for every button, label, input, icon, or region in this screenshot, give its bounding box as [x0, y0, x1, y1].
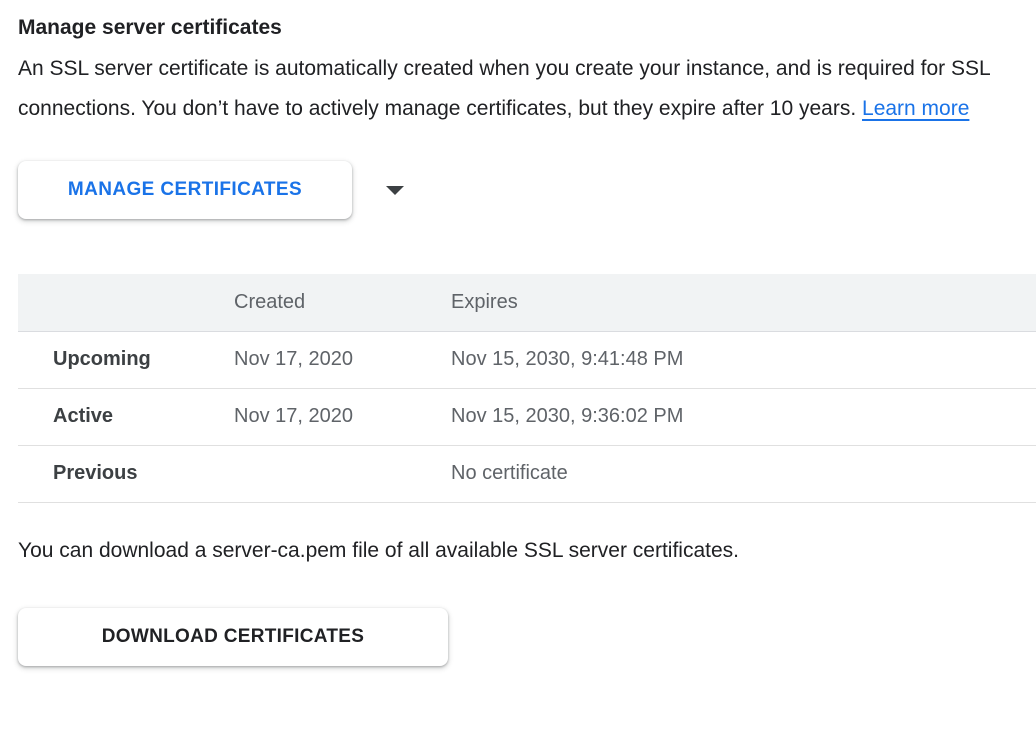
row-expires-value: Nov 15, 2030, 9:36:02 PM: [450, 388, 1036, 445]
manage-certificates-button[interactable]: MANAGE CERTIFICATES: [18, 161, 352, 219]
row-expires-value: No certificate: [450, 445, 1036, 502]
download-certificates-button[interactable]: DOWNLOAD CERTIFICATES: [18, 608, 448, 666]
learn-more-link[interactable]: Learn more: [862, 97, 969, 120]
row-label: Active: [18, 388, 233, 445]
download-description-text: You can download a server-ca.pem file of…: [18, 531, 1036, 571]
manage-actions-row: MANAGE CERTIFICATES: [18, 161, 1036, 219]
row-created-value: [233, 445, 450, 502]
manage-server-certificates-section: Manage server certificates An SSL server…: [0, 0, 1036, 666]
column-header-expires: Expires: [450, 274, 1036, 331]
page-title: Manage server certificates: [18, 0, 1036, 40]
description-body: An SSL server certificate is automatical…: [18, 57, 990, 120]
row-created-value: Nov 17, 2020: [233, 331, 450, 388]
certificates-table-header: Created Expires: [18, 274, 1036, 331]
arrow-drop-down-icon: [386, 186, 404, 195]
row-expires-value: Nov 15, 2030, 9:41:48 PM: [450, 331, 1036, 388]
row-label: Previous: [18, 445, 233, 502]
certificates-table: Created Expires Upcoming Nov 17, 2020 No…: [18, 274, 1036, 503]
column-header-label: [18, 274, 233, 331]
row-label: Upcoming: [18, 331, 233, 388]
manage-certificates-dropdown-button[interactable]: [369, 166, 421, 214]
table-row-upcoming: Upcoming Nov 17, 2020 Nov 15, 2030, 9:41…: [18, 331, 1036, 388]
table-header-row: Created Expires: [18, 274, 1036, 331]
table-row-previous: Previous No certificate: [18, 445, 1036, 502]
table-row-active: Active Nov 17, 2020 Nov 15, 2030, 9:36:0…: [18, 388, 1036, 445]
row-created-value: Nov 17, 2020: [233, 388, 450, 445]
column-header-created: Created: [233, 274, 450, 331]
description-text: An SSL server certificate is automatical…: [18, 49, 1022, 129]
